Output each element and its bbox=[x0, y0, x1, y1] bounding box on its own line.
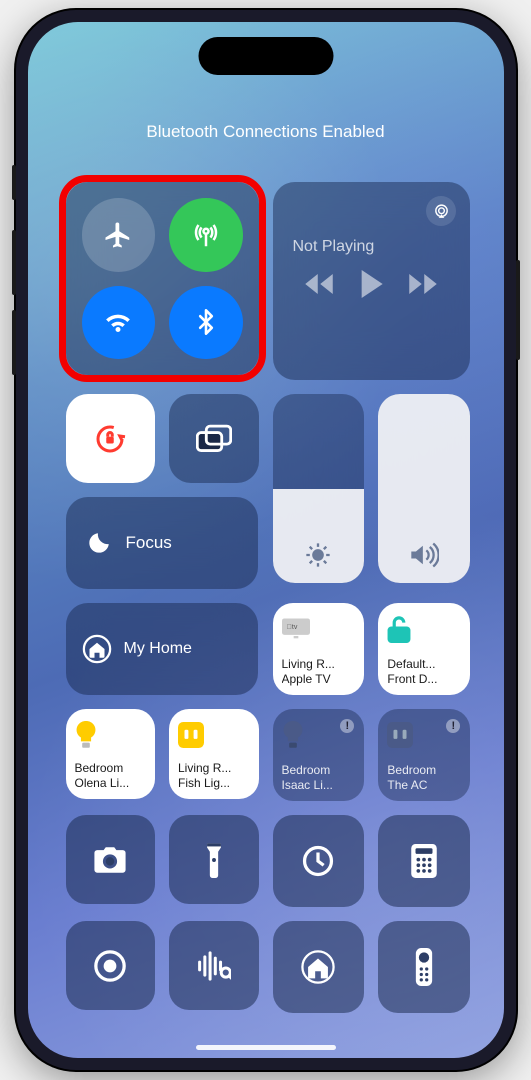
accessory-tile-bulb2[interactable]: Living R...Fish Lig... bbox=[169, 709, 259, 799]
status-banner: Bluetooth Connections Enabled bbox=[66, 122, 466, 142]
play-icon[interactable] bbox=[358, 270, 384, 298]
rewind-icon[interactable] bbox=[304, 273, 334, 295]
media-panel[interactable]: Not Playing bbox=[273, 182, 471, 380]
focus-button[interactable]: Focus bbox=[66, 497, 259, 589]
tile-line2: Isaac Li... bbox=[282, 778, 356, 793]
plug-yellow-icon bbox=[178, 719, 250, 751]
music-recognition-button[interactable] bbox=[169, 921, 259, 1011]
shazam-icon bbox=[197, 951, 231, 981]
home-button[interactable]: My Home bbox=[66, 603, 259, 695]
bluetooth-toggle[interactable] bbox=[169, 286, 243, 360]
brightness-icon bbox=[304, 541, 332, 569]
lock-icon bbox=[387, 613, 461, 645]
focus-label: Focus bbox=[126, 533, 172, 553]
orientation-lock-icon bbox=[92, 421, 128, 457]
tile-line1: Living R... bbox=[282, 657, 356, 672]
accessory-tile-ac[interactable]: !BedroomThe AC bbox=[378, 709, 470, 801]
antenna-icon bbox=[191, 220, 221, 250]
tile-line2: Fish Lig... bbox=[178, 776, 250, 791]
record-icon bbox=[93, 949, 127, 983]
calculator-icon bbox=[411, 844, 437, 878]
tile-line2: Front D... bbox=[387, 672, 461, 687]
accessory-tile-bulb3[interactable]: !BedroomIsaac Li... bbox=[273, 709, 365, 801]
airplane-icon bbox=[103, 220, 133, 250]
tile-line2: Olena Li... bbox=[75, 776, 147, 791]
svg-text:tv: tv bbox=[286, 624, 297, 631]
tile-line2: Apple TV bbox=[282, 672, 356, 687]
bulb-yellow-icon bbox=[75, 719, 147, 751]
brightness-slider[interactable] bbox=[273, 394, 365, 583]
tile-line1: Bedroom bbox=[75, 761, 147, 776]
tile-line1: Bedroom bbox=[387, 763, 461, 778]
connectivity-panel[interactable] bbox=[66, 182, 259, 375]
home-label: My Home bbox=[124, 640, 192, 658]
flashlight-button[interactable] bbox=[169, 815, 259, 905]
home-icon bbox=[301, 950, 335, 984]
airplay-icon bbox=[433, 203, 450, 220]
home-indicator[interactable] bbox=[196, 1045, 336, 1050]
camera-icon bbox=[93, 845, 127, 875]
timer-button[interactable] bbox=[273, 815, 365, 907]
airplay-button[interactable] bbox=[426, 196, 456, 226]
bluetooth-icon bbox=[192, 308, 220, 336]
media-title: Not Playing bbox=[287, 238, 457, 256]
tile-line1: Living R... bbox=[178, 761, 250, 776]
remote-icon bbox=[415, 948, 433, 986]
wifi-toggle[interactable] bbox=[82, 286, 156, 360]
tile-line1: Default... bbox=[387, 657, 461, 672]
screen-mirroring-icon bbox=[196, 424, 232, 454]
dynamic-island bbox=[198, 37, 333, 75]
cellular-data-toggle[interactable] bbox=[169, 198, 243, 272]
forward-icon[interactable] bbox=[408, 273, 438, 295]
tile-line2: The AC bbox=[387, 778, 461, 793]
camera-button[interactable] bbox=[66, 815, 156, 905]
calculator-button[interactable] bbox=[378, 815, 470, 907]
wifi-icon bbox=[103, 307, 133, 337]
tile-line1: Bedroom bbox=[282, 763, 356, 778]
screen-record-button[interactable] bbox=[66, 921, 156, 1011]
screen-mirroring-button[interactable] bbox=[169, 394, 259, 484]
orientation-lock-toggle[interactable] bbox=[66, 394, 156, 484]
volume-icon bbox=[409, 541, 439, 569]
house-icon bbox=[82, 634, 112, 664]
moon-icon bbox=[86, 530, 112, 556]
accessory-tile-lock[interactable]: Default...Front D... bbox=[378, 603, 470, 695]
remote-button[interactable] bbox=[378, 921, 470, 1013]
accessory-tile-bulb1[interactable]: BedroomOlena Li... bbox=[66, 709, 156, 799]
home-app-button[interactable] bbox=[273, 921, 365, 1013]
appletv-icon: tv bbox=[282, 613, 356, 645]
accessory-tile-appletv[interactable]: tv Living R...Apple TV bbox=[273, 603, 365, 695]
volume-slider[interactable] bbox=[378, 394, 470, 583]
screen: Bluetooth Connections Enabled bbox=[28, 22, 504, 1058]
flashlight-icon bbox=[205, 842, 223, 878]
timer-icon bbox=[301, 844, 335, 878]
airplane-mode-toggle[interactable] bbox=[82, 198, 156, 272]
